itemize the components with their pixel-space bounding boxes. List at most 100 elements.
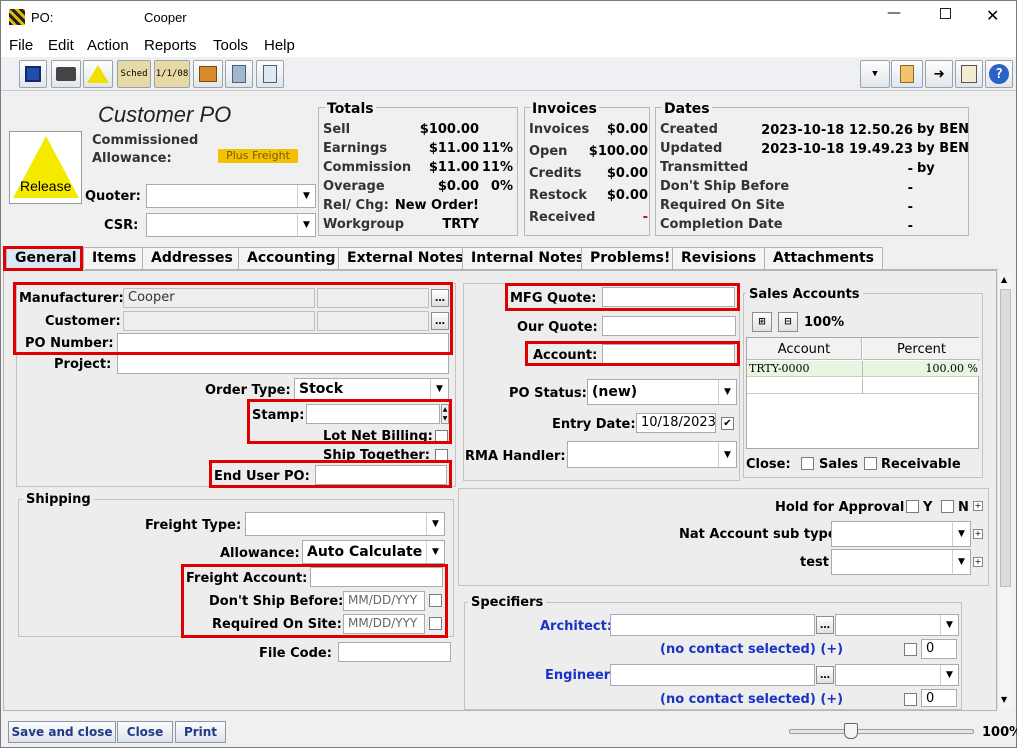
hold-no-checkbox[interactable] <box>941 500 954 513</box>
percent-column-header[interactable]: Percent <box>863 338 980 360</box>
save-toolbar-button[interactable] <box>19 60 47 88</box>
engineer-select[interactable]: ▼ <box>835 664 959 686</box>
menu-edit[interactable]: Edit <box>48 37 74 54</box>
app-icon <box>9 9 25 25</box>
entry-date-input[interactable]: 10/18/2023 <box>636 413 716 433</box>
table-row-empty[interactable] <box>747 378 980 394</box>
close-sales-checkbox[interactable] <box>801 457 814 470</box>
freight-type-select[interactable]: ▼ <box>245 512 445 536</box>
copy-toolbar-button[interactable] <box>891 60 923 88</box>
document-toolbar-button[interactable] <box>256 60 284 88</box>
order-type-select[interactable]: Stock ▼ <box>294 378 449 400</box>
menu-file[interactable]: File <box>9 37 33 54</box>
file-code-label: File Code: <box>259 646 332 661</box>
chevron-down-icon: ▼ <box>718 442 736 467</box>
zoom-slider-track[interactable] <box>789 729 974 734</box>
file-code-input[interactable] <box>338 642 451 662</box>
architect-count[interactable]: 0 <box>921 639 957 659</box>
table-row[interactable]: TRTY-0000 100.00 % <box>747 361 980 377</box>
add-account-button[interactable]: ⊞ <box>752 312 772 332</box>
tab-accounting[interactable]: Accounting <box>238 247 345 269</box>
entry-date-checkbox[interactable]: ✔ <box>721 417 734 430</box>
tab-items[interactable]: Items <box>83 247 146 269</box>
po-status-select[interactable]: (new) ▼ <box>587 379 737 405</box>
menu-reports[interactable]: Reports <box>144 37 197 54</box>
test-expand-icon[interactable]: + <box>973 557 983 567</box>
sched-toolbar-button[interactable]: Sched <box>117 60 151 88</box>
vertical-scrollbar[interactable]: ▲ ▼ <box>997 273 1012 709</box>
dates-row-label: Created <box>660 122 718 137</box>
warning-toolbar-button[interactable] <box>83 60 113 88</box>
transfer-toolbar-button[interactable]: ➜ <box>925 60 953 88</box>
close-button[interactable]: Close <box>117 721 173 743</box>
menu-action[interactable]: Action <box>87 37 129 54</box>
rma-handler-select[interactable]: ▼ <box>567 441 737 468</box>
scroll-thumb[interactable] <box>1000 289 1011 587</box>
arrow-right-icon: ➜ <box>933 63 945 85</box>
engineer-checkbox[interactable] <box>904 693 917 706</box>
tab-addresses[interactable]: Addresses <box>142 247 242 269</box>
dates-title: Dates <box>662 101 712 117</box>
print-button[interactable]: Print <box>175 721 226 743</box>
toolbar-dropdown[interactable]: ▼ <box>860 60 890 88</box>
scroll-down-icon[interactable]: ▼ <box>1001 695 1007 704</box>
architect-input[interactable] <box>610 614 815 636</box>
notes-toolbar-button[interactable] <box>955 60 983 88</box>
tab-internal-notes[interactable]: Internal Notes <box>462 247 594 269</box>
minimize-button[interactable]: — <box>887 5 901 21</box>
title-bar: PO: Cooper — ✕ <box>1 1 1016 33</box>
csr-select[interactable]: ▼ <box>146 213 316 237</box>
dates-row-value: - <box>907 219 913 234</box>
hold-expand-icon[interactable]: + <box>973 501 983 511</box>
quoter-select[interactable]: ▼ <box>146 184 316 208</box>
architect-no-contact-link[interactable]: (no contact selected) (+) <box>660 642 843 657</box>
entry-date-label: Entry Date: <box>552 417 636 432</box>
architect-select[interactable]: ▼ <box>835 614 959 636</box>
tab-revisions[interactable]: Revisions <box>672 247 766 269</box>
chevron-down-icon: ▼ <box>426 541 444 563</box>
split-account-button[interactable]: ⊟ <box>778 312 798 332</box>
invoices-row-value: $100.00 <box>588 144 648 159</box>
architect-checkbox[interactable] <box>904 643 917 656</box>
architect-link[interactable]: Architect: <box>540 619 612 634</box>
help-toolbar-button[interactable]: ? <box>985 60 1013 88</box>
engineer-no-contact-link[interactable]: (no contact selected) (+) <box>660 692 843 707</box>
window-title-name: Cooper <box>144 10 187 25</box>
dates-row-by: by BEN <box>917 141 969 156</box>
boxes-toolbar-button[interactable] <box>193 60 223 88</box>
our-quote-input[interactable] <box>602 316 736 336</box>
nat-account-select[interactable]: ▼ <box>831 521 971 547</box>
zoom-slider-thumb[interactable] <box>844 723 858 739</box>
maximize-button[interactable] <box>940 8 951 19</box>
totals-row-label: Earnings <box>323 141 388 156</box>
tab-problems[interactable]: Problems! <box>581 247 680 269</box>
hold-yes-checkbox[interactable] <box>906 500 919 513</box>
save-and-close-button[interactable]: Save and close <box>8 721 116 743</box>
engineer-count[interactable]: 0 <box>921 689 957 707</box>
project-input[interactable] <box>117 354 449 374</box>
tab-attachments[interactable]: Attachments <box>764 247 884 269</box>
menu-tools[interactable]: Tools <box>213 37 248 54</box>
scroll-up-icon[interactable]: ▲ <box>1001 275 1007 284</box>
highlight-end-user-po <box>209 460 452 488</box>
freight-type-label: Freight Type: <box>145 518 242 533</box>
copy-icon <box>900 65 914 83</box>
print-toolbar-button[interactable] <box>51 60 81 88</box>
allowance-select[interactable]: Auto Calculate ▼ <box>302 540 445 564</box>
close-window-button[interactable]: ✕ <box>986 6 999 25</box>
release-button[interactable]: Release <box>9 131 82 204</box>
architect-lookup-button[interactable]: … <box>816 616 834 634</box>
date-toolbar-button[interactable]: 1/1/08 <box>154 60 190 88</box>
nat-expand-icon[interactable]: + <box>973 529 983 539</box>
test-select[interactable]: ▼ <box>831 549 971 575</box>
menu-help[interactable]: Help <box>264 37 295 54</box>
engineer-lookup-button[interactable]: … <box>816 666 834 684</box>
engineer-input[interactable] <box>610 664 815 686</box>
engineer-link[interactable]: Engineer: <box>545 668 615 683</box>
account-column-header[interactable]: Account <box>747 338 862 360</box>
highlight-general-tab <box>3 246 83 271</box>
tab-external-notes[interactable]: External Notes <box>338 247 473 269</box>
totals-row-label: Rel/ Chg: <box>323 198 389 213</box>
close-receivable-checkbox[interactable] <box>864 457 877 470</box>
calc-toolbar-button[interactable] <box>225 60 253 88</box>
